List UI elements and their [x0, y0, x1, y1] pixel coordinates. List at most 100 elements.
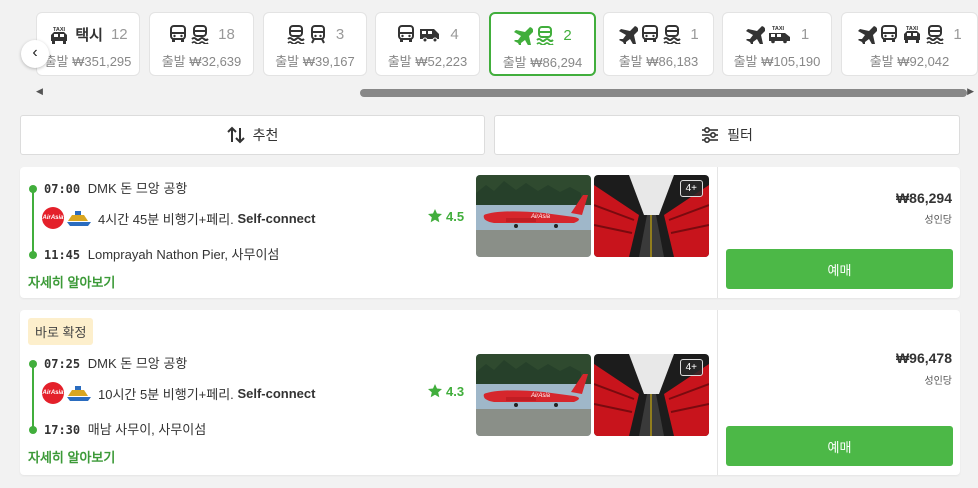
itinerary-summary: AirAsia 10시간 5분 비행기+페리. Self-connect: [42, 382, 315, 404]
more-details-link[interactable]: 자세히 알아보기: [28, 272, 115, 291]
mode-tab-count: 2: [563, 26, 572, 44]
arrival-place: 매남 사무이, 사무이섬: [87, 422, 207, 437]
route-timeline: [32, 364, 34, 430]
mode-tab-icons: 1: [723, 24, 831, 44]
mode-tab[interactable]: 18 출발 ₩32,639: [149, 12, 254, 76]
train-icon: [308, 24, 328, 44]
mode-tab-icons: 4: [376, 24, 479, 44]
more-photos-badge: 4+: [679, 180, 703, 197]
plane-icon: [857, 24, 877, 44]
mode-tab[interactable]: 4 출발 ₩52,223: [375, 12, 480, 76]
more-photos-badge: 4+: [679, 359, 703, 376]
departure-dot: [29, 360, 37, 368]
mode-tab-price: 출발 ₩39,167: [275, 54, 355, 69]
mode-tab[interactable]: 3 출발 ₩39,167: [263, 12, 367, 76]
mode-tab-icons: 1: [842, 24, 977, 44]
mode-tab-count: 12: [110, 26, 128, 43]
ferry-icon: [286, 24, 306, 44]
result-details: 바로 확정 07:25 DMK 돈 므앙 공항 AirAsia 10시간 5분 …: [20, 310, 717, 475]
mode-tab-icons: 3: [264, 24, 366, 44]
bus-icon: [879, 24, 899, 44]
scroll-left-button[interactable]: ‹: [21, 40, 49, 68]
mode-tab-label: 택시: [75, 27, 103, 44]
departure-time: 07:00: [44, 182, 81, 196]
svg-text:AirAsia: AirAsia: [530, 393, 551, 399]
mode-tab-price: 출발 ₩32,639: [161, 54, 242, 69]
rating: 4.5: [427, 208, 464, 224]
ferry-operator-logo-icon: [67, 386, 91, 401]
result-card[interactable]: 바로 확정 07:25 DMK 돈 므앙 공항 AirAsia 10시간 5분 …: [20, 310, 960, 475]
itinerary-summary: AirAsia 4시간 45분 비행기+페리. Self-connect: [42, 207, 315, 229]
mode-tab-count: 3: [335, 25, 345, 43]
rating-value: 4.3: [446, 383, 465, 399]
mode-tab-count: 1: [690, 25, 699, 43]
self-connect-label: Self-connect: [237, 385, 316, 401]
book-button[interactable]: 예매: [726, 426, 953, 466]
taxi-van-icon: [767, 24, 793, 44]
departure-dot: [29, 185, 37, 193]
star-icon: [428, 384, 442, 398]
mode-tab-price: 출발 ₩52,223: [387, 54, 468, 69]
arrival-row: 11:45 Lomprayah Nathon Pier, 사무이섬: [44, 244, 279, 263]
book-button[interactable]: 예매: [726, 249, 953, 289]
star-icon: [428, 209, 442, 223]
mode-tab[interactable]: 1 출발 ₩92,042: [841, 12, 978, 76]
mode-tab[interactable]: 2 출발 ₩86,294: [489, 12, 596, 76]
sort-button[interactable]: 추천: [20, 115, 485, 155]
airplane-cabin-photo[interactable]: 4+: [594, 175, 709, 257]
mode-tab-icons: 택시 12: [37, 24, 139, 45]
bus-icon: [396, 24, 416, 44]
ferry-operator-logo-icon: [67, 211, 91, 226]
trip-duration: 4시간 45분 비행기+페리.: [98, 211, 234, 227]
trip-duration: 10시간 5분 비행기+페리.: [98, 386, 234, 402]
rating: 4.3: [427, 383, 464, 399]
price-panel: ₩86,294 성인당 예매: [717, 167, 960, 298]
taxi-icon: [48, 25, 70, 45]
departure-time: 07:25: [44, 357, 81, 371]
mode-tab-price: 출발 ₩86,294: [502, 55, 583, 70]
departure-place: DMK 돈 므앙 공항: [87, 356, 188, 371]
filter-button[interactable]: 필터: [494, 115, 960, 155]
self-connect-label: Self-connect: [237, 210, 316, 226]
mode-tab[interactable]: 1 출발 ₩105,190: [722, 12, 832, 76]
mode-tab-count: 1: [800, 25, 810, 43]
ferry-icon: [925, 24, 945, 44]
price-panel: ₩96,478 성인당 예매: [717, 310, 960, 475]
price: ₩96,478: [895, 350, 952, 366]
van-icon: [418, 24, 442, 44]
result-details: 07:00 DMK 돈 므앙 공항 AirAsia 4시간 45분 비행기+페리…: [20, 167, 717, 298]
plane-icon: [618, 24, 638, 44]
departure-row: 07:25 DMK 돈 므앙 공항: [44, 353, 187, 372]
ferry-icon: [662, 24, 682, 44]
more-details-link[interactable]: 자세히 알아보기: [28, 447, 115, 466]
plane-icon: [513, 25, 533, 45]
scroll-arrow-left-icon[interactable]: ◀: [36, 86, 43, 97]
route-timeline: [32, 189, 34, 255]
bus-icon: [168, 24, 188, 44]
airplane-exterior-photo[interactable]: AirAsia: [476, 175, 591, 257]
airplane-cabin-photo[interactable]: 4+: [594, 354, 709, 436]
arrival-dot: [29, 251, 37, 259]
mode-tab[interactable]: 택시 12 출발 ₩351,295: [36, 12, 140, 76]
horizontal-scrollbar[interactable]: ◀ ▶: [36, 86, 974, 97]
ferry-icon: [535, 25, 555, 45]
arrival-place: Lomprayah Nathon Pier, 사무이섬: [87, 247, 280, 262]
transport-mode-tabs: 택시 12 출발 ₩351,295 18 출발 ₩32,639 3 출발 ₩39,167 4 출…: [0, 0, 978, 100]
taxi-icon: [901, 24, 923, 44]
mode-tab-count: 18: [218, 25, 235, 43]
ferry-icon: [190, 24, 210, 44]
airasia-logo-icon: AirAsia: [42, 382, 64, 404]
scrollbar-track[interactable]: [46, 88, 967, 97]
plane-icon: [745, 24, 765, 44]
mode-tab[interactable]: 1 출발 ₩86,183: [603, 12, 714, 76]
scrollbar-thumb[interactable]: [360, 89, 967, 97]
mode-tab-count: 4: [450, 25, 459, 43]
scroll-arrow-right-icon[interactable]: ▶: [967, 86, 974, 97]
bus-icon: [640, 24, 660, 44]
airasia-logo-icon: AirAsia: [42, 207, 64, 229]
instant-confirm-badge: 바로 확정: [28, 318, 94, 345]
airplane-exterior-photo[interactable]: AirAsia: [476, 354, 591, 436]
price-per-adult: 성인당: [924, 376, 952, 387]
result-card[interactable]: 07:00 DMK 돈 므앙 공항 AirAsia 4시간 45분 비행기+페리…: [20, 167, 960, 298]
mode-tab-price: 출발 ₩105,190: [733, 54, 821, 69]
